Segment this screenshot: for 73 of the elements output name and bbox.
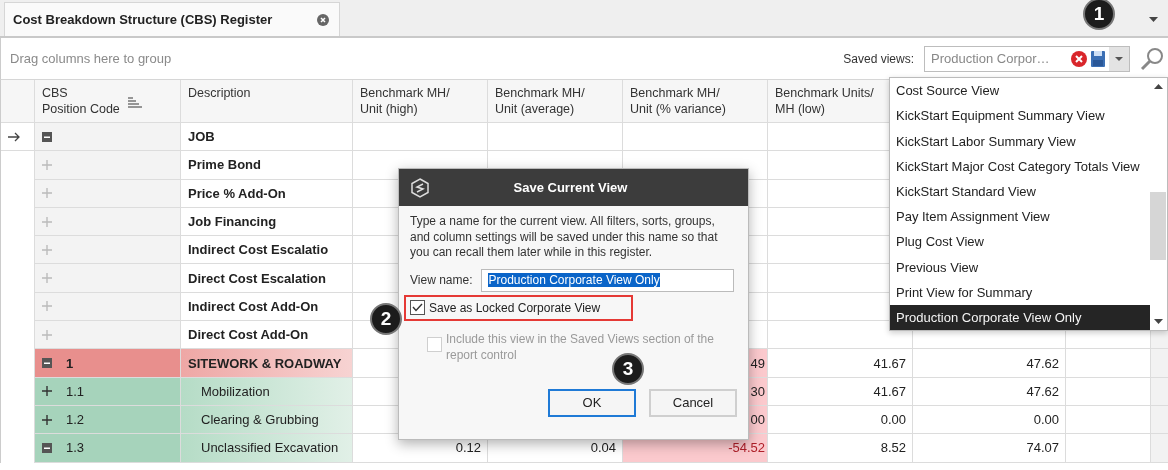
register-tab[interactable]: Cost Breakdown Structure (CBS) Register: [4, 2, 340, 36]
saved-view-option[interactable]: KickStart Major Cost Category Totals View: [890, 153, 1150, 179]
caret-icon[interactable]: [1149, 17, 1158, 22]
table-cell: Mobilization: [181, 377, 353, 406]
saved-view-option[interactable]: Print View for Summary: [890, 279, 1150, 305]
locked-view-checkbox[interactable]: Save as Locked Corporate View: [410, 299, 601, 316]
scroll-down-icon[interactable]: [1154, 319, 1163, 324]
table-cell: Price % Add-On: [181, 179, 353, 208]
table-cell: Direct Cost Add-On: [181, 321, 353, 350]
caret-icon: [1115, 56, 1123, 61]
position-code: 1.1: [66, 383, 85, 399]
logo-icon: [411, 177, 429, 198]
saved-view-option[interactable]: KickStart Equipment Summary View: [890, 103, 1150, 129]
table-cell: 0.00: [913, 405, 1066, 435]
column-header[interactable]: CBS Position Code: [42, 85, 120, 117]
close-icon[interactable]: [317, 13, 329, 26]
saved-view-option[interactable]: KickStart Labor Summary View: [890, 128, 1150, 154]
saved-view-option[interactable]: KickStart Standard View: [890, 178, 1150, 204]
column-header[interactable]: Benchmark MH/ Unit (high): [360, 85, 450, 117]
table-cell: Clearing & Grubbing: [181, 405, 353, 435]
view-name-label: View name:: [410, 273, 473, 287]
saved-view-option[interactable]: Plug Cost View: [890, 229, 1150, 255]
collapse-icon[interactable]: [42, 358, 52, 368]
checkmark-icon: [412, 302, 423, 312]
view-name-field[interactable]: Production Corporate View Only: [481, 268, 735, 292]
table-cell: JOB: [181, 123, 353, 152]
table-cell: 41.67: [768, 377, 913, 406]
search-icon[interactable]: [1140, 46, 1164, 71]
table-cell: 8.52: [768, 434, 913, 463]
clear-icon[interactable]: [1071, 50, 1087, 67]
group-hint: Drag columns here to group: [10, 51, 172, 66]
collapse-icon[interactable]: [42, 131, 52, 142]
table-cell: Job Financing: [181, 207, 353, 237]
table-cell: 41.67: [768, 349, 913, 378]
table-cell: Unclassified Excavation: [181, 434, 353, 463]
saved-views-label: Saved views:: [843, 51, 914, 66]
saved-view-option[interactable]: Previous View: [890, 254, 1150, 280]
expand-icon[interactable]: [42, 414, 52, 425]
table-cell: 74.07: [913, 434, 1066, 463]
saved-view-option[interactable]: Pay Item Assignment View: [890, 204, 1150, 230]
table-cell: SITEWORK & ROADWAY: [181, 349, 353, 378]
column-header[interactable]: Description: [188, 85, 251, 101]
current-row-arrow-icon: [8, 131, 20, 142]
dialog-message: Type a name for the current view. All filters, sorts, groups, and column settings will be saved under this name so that you can recall them later while in this register.: [410, 214, 719, 261]
table-cell: 47.62: [913, 349, 1066, 378]
expand-icon[interactable]: [42, 386, 52, 397]
table-cell: [1151, 434, 1168, 463]
table-cell: [1151, 405, 1168, 435]
table-cell: 0.00: [768, 405, 913, 435]
position-code: 1.3: [66, 440, 85, 456]
saved-view-option[interactable]: Production Corporate View Only: [890, 304, 1150, 331]
position-code: 1: [66, 355, 74, 371]
column-header[interactable]: Benchmark MH/ Unit (average): [495, 85, 585, 117]
column-header[interactable]: Benchmark Units/ MH (low): [775, 85, 874, 117]
table-cell: 47.62: [913, 377, 1066, 406]
sort-icon[interactable]: [127, 97, 142, 109]
table-cell: Prime Bond: [181, 151, 353, 180]
table-cell: Indirect Cost Escalatio: [181, 236, 353, 265]
column-header[interactable]: Benchmark MH/ Unit (% variance): [630, 85, 726, 117]
table-cell: Direct Cost Escalation: [181, 264, 353, 293]
cancel-button[interactable]: Cancel: [649, 388, 737, 417]
dropdown-button[interactable]: [1109, 46, 1129, 71]
table-cell: Indirect Cost Add-On: [181, 292, 353, 322]
saved-views-combo[interactable]: Production Corpor…: [924, 45, 1130, 72]
collapse-icon[interactable]: [42, 442, 52, 453]
saved-view-option[interactable]: Cost Source View: [890, 78, 1150, 104]
scrollbar-thumb[interactable]: [1150, 192, 1166, 260]
table-cell: [1151, 349, 1168, 378]
position-code: 1.2: [66, 412, 85, 428]
scroll-up-icon[interactable]: [1154, 84, 1163, 89]
dialog-title: Save Current View: [512, 180, 629, 195]
table-cell: [1151, 377, 1168, 406]
ok-button[interactable]: OK: [548, 388, 636, 417]
